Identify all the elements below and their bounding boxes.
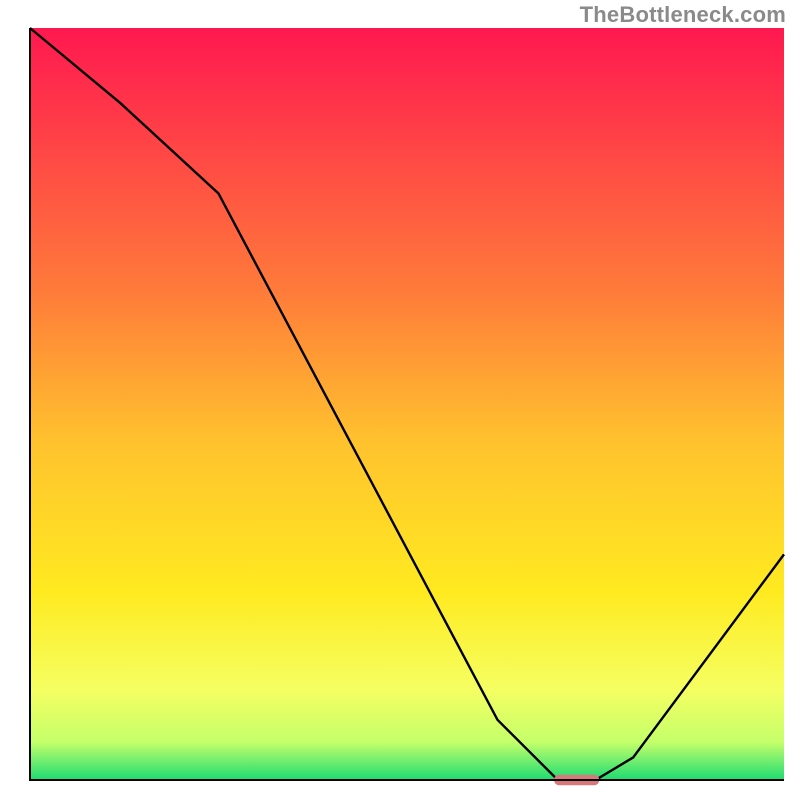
source-attribution: TheBottleneck.com	[580, 2, 786, 28]
plot-background	[30, 28, 784, 780]
chart-root: TheBottleneck.com	[0, 0, 800, 800]
bottleneck-chart	[0, 0, 800, 800]
